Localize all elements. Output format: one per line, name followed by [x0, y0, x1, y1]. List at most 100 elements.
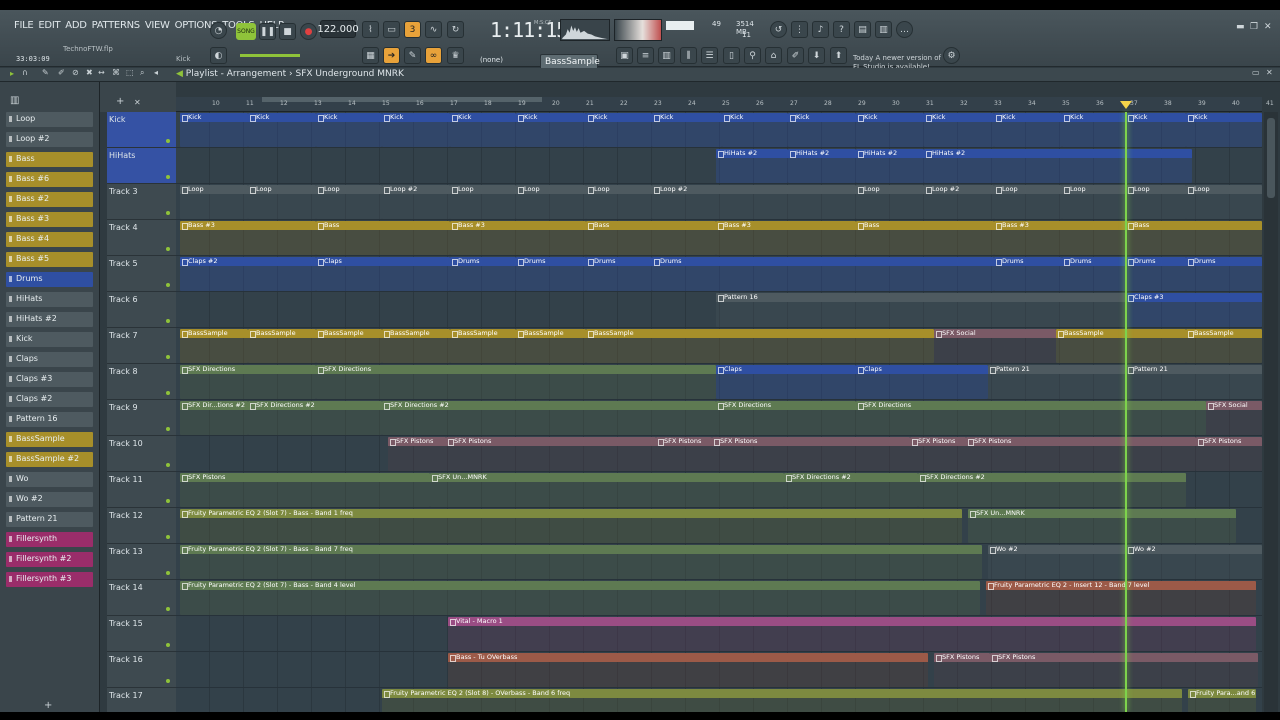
- track-header[interactable]: Track 10: [107, 436, 176, 472]
- playlist-clip[interactable]: Bass: [856, 221, 994, 255]
- playlist-clip[interactable]: Fruity Parametric EQ 2 - Insert 12 - Ban…: [986, 581, 1256, 615]
- track-header[interactable]: Track 12: [107, 508, 176, 544]
- pattern-item[interactable]: Claps: [6, 352, 93, 367]
- track-enable-icon[interactable]: [166, 427, 170, 431]
- link-icon[interactable]: ∞: [425, 47, 442, 64]
- playlist-track-lane[interactable]: SFX Directions SFX Directions Claps Claps Pa…: [176, 364, 1262, 400]
- playlist-clip[interactable]: Kick: [788, 113, 856, 147]
- playlist-track-lane[interactable]: Pattern 16 Claps #3: [176, 292, 1262, 328]
- track-enable-icon[interactable]: [166, 607, 170, 611]
- pattern-item[interactable]: Bass #2: [6, 192, 93, 207]
- playlist-clip[interactable]: Kick: [1186, 113, 1262, 147]
- playlist-clip[interactable]: SFX Pistons: [1196, 437, 1262, 471]
- menu-edit[interactable]: EDIT: [38, 20, 60, 31]
- playlist-clip[interactable]: Kick: [994, 113, 1062, 147]
- playlist-clip[interactable]: SFX Directions: [316, 365, 716, 399]
- pattern-item[interactable]: Wo: [6, 472, 93, 487]
- playlist-clip[interactable]: Loop: [856, 185, 924, 219]
- playlist-clip[interactable]: Vital - Macro 1: [448, 617, 1256, 651]
- playlist-clip[interactable]: Kick: [180, 113, 248, 147]
- playlist-clip[interactable]: Claps: [856, 365, 988, 399]
- playlist-clip[interactable]: SFX Directions #2: [918, 473, 1186, 507]
- playlist-clip[interactable]: Fruity Parametric EQ 2 (Slot 7) - Bass -…: [180, 581, 980, 615]
- playlist-clip[interactable]: Loop #2: [382, 185, 450, 219]
- playlist-track-lane[interactable]: Fruity Parametric EQ 2 (Slot 7) - Bass -…: [176, 580, 1262, 616]
- record-button[interactable]: ●: [300, 23, 317, 40]
- playlist-clip[interactable]: Drums: [1186, 257, 1262, 291]
- playlist-clip[interactable]: BassSample: [316, 329, 382, 363]
- vertical-scrollbar[interactable]: [1264, 112, 1278, 712]
- pattern-item[interactable]: Bass #6: [6, 172, 93, 187]
- pattern-item[interactable]: Fillersynth #2: [6, 552, 93, 567]
- playlist-clip[interactable]: Drums: [586, 257, 652, 291]
- playlist-clip[interactable]: Fruity Para...and 6 freq: [1188, 689, 1256, 712]
- playlist-clip[interactable]: Loop: [586, 185, 652, 219]
- pencil-icon[interactable]: ✎: [42, 68, 49, 77]
- track-enable-icon[interactable]: [166, 463, 170, 467]
- song-position-clock[interactable]: 1:11:15: [490, 18, 568, 42]
- download-icon[interactable]: ⬇: [808, 47, 825, 64]
- update-settings-icon[interactable]: ⚙: [943, 47, 960, 64]
- playlist-track-lane[interactable]: HiHats #2 HiHats #2 HiHats #2 HiHats #2: [176, 148, 1262, 184]
- piano-roll-icon[interactable]: ▦: [362, 47, 379, 64]
- track-enable-icon[interactable]: [166, 319, 170, 323]
- playlist-clip[interactable]: SFX Directions #2: [784, 473, 918, 507]
- playlist-clip[interactable]: Kick: [586, 113, 652, 147]
- track-header[interactable]: Track 11: [107, 472, 176, 508]
- playlist-track-lane[interactable]: Fruity Parametric EQ 2 (Slot 7) - Bass -…: [176, 544, 1262, 580]
- playback-icon[interactable]: ◂: [154, 68, 158, 77]
- track-header[interactable]: Track 6: [107, 292, 176, 328]
- track-enable-icon[interactable]: [166, 355, 170, 359]
- timeline-ruler[interactable]: 10 11 12 13 14 15 16 17 18 19 20 21 22 23 24 25 26 27 28 29…: [176, 97, 1274, 112]
- playlist-clip[interactable]: Pattern 21: [1126, 365, 1262, 399]
- track-enable-icon[interactable]: [166, 391, 170, 395]
- playlist-clip[interactable]: Bass: [1126, 221, 1262, 255]
- playlist-clip[interactable]: Claps: [716, 365, 856, 399]
- playlist-track-lane[interactable]: SFX Dir...tions #2 SFX Directions #2 SFX D…: [176, 400, 1262, 436]
- playhead-marker[interactable]: [1120, 101, 1132, 109]
- playlist-clip[interactable]: Loop #2: [924, 185, 994, 219]
- pattern-item[interactable]: Bass #5: [6, 252, 93, 267]
- playlist-clip[interactable]: Kick: [316, 113, 382, 147]
- playlist-clip[interactable]: Kick: [924, 113, 994, 147]
- track-header[interactable]: Track 9: [107, 400, 176, 436]
- playlist-track-lane[interactable]: Fruity Parametric EQ 2 (Slot 8) - OVerba…: [176, 688, 1262, 712]
- playlist-track-lane[interactable]: Claps #2 Claps Drums Drums Drums Drums Drums Dr…: [176, 256, 1262, 292]
- playlist-clip[interactable]: Loop: [1062, 185, 1126, 219]
- playlist-track-lane[interactable]: BassSample BassSample BassSample BassSample…: [176, 328, 1262, 364]
- pattern-item[interactable]: Pattern 21: [6, 512, 93, 527]
- playlist-clip[interactable]: Loop: [450, 185, 516, 219]
- playlist-clip[interactable]: Drums: [994, 257, 1062, 291]
- pattern-item[interactable]: Loop #2: [6, 132, 93, 147]
- restore-icon[interactable]: ❐: [1250, 22, 1258, 32]
- pattern-item[interactable]: Pattern 16: [6, 412, 93, 427]
- pattern-item[interactable]: Drums: [6, 272, 93, 287]
- playlist-clip[interactable]: Loop #2: [652, 185, 856, 219]
- playlist-clip[interactable]: HiHats #2: [716, 149, 788, 183]
- pattern-item[interactable]: Claps #3: [6, 372, 93, 387]
- playlist-clip[interactable]: SFX Directions: [180, 365, 316, 399]
- play-arrow-icon[interactable]: ▸: [10, 69, 14, 78]
- track-header[interactable]: Track 16: [107, 652, 176, 688]
- playlist-lanes[interactable]: Kick Kick Kick Kick Kick Kick Kick Kick Kick Kick…: [176, 112, 1262, 712]
- track-header[interactable]: Kick: [107, 112, 176, 148]
- pattern-item[interactable]: Fillersynth #3: [6, 572, 93, 587]
- playlist-clip[interactable]: BassSample: [586, 329, 934, 363]
- playlist-clip[interactable]: Fruity Parametric EQ 2 (Slot 7) - Bass -…: [180, 509, 962, 543]
- playlist-clip[interactable]: SFX Pistons: [934, 653, 990, 687]
- playlist-track-lane[interactable]: SFX Pistons SFX Pistons SFX Pistons SFX Pis…: [176, 436, 1262, 472]
- playlist-clip[interactable]: Kick: [856, 113, 924, 147]
- playlist-clip[interactable]: SFX Un...MNRK: [968, 509, 1236, 543]
- undo-icon[interactable]: ↺: [770, 21, 787, 38]
- tempo-display[interactable]: 122.000: [317, 20, 359, 38]
- typing-keyboard-icon[interactable]: ⌇: [362, 21, 379, 38]
- menu-file[interactable]: FILE: [14, 20, 34, 31]
- playlist-clip[interactable]: SFX Pistons: [910, 437, 966, 471]
- pattern-item[interactable]: Claps #2: [6, 392, 93, 407]
- delete-icon[interactable]: ⊘: [72, 68, 79, 77]
- browser-icon[interactable]: ☰: [701, 47, 718, 64]
- playlist-clip[interactable]: BassSample: [248, 329, 316, 363]
- draw-tool-icon[interactable]: ✎: [404, 47, 421, 64]
- track-enable-icon[interactable]: [166, 535, 170, 539]
- playlist-track-lane[interactable]: Bass #3 Bass Bass #3 Bass Bass #3 Bass Bass #3…: [176, 220, 1262, 256]
